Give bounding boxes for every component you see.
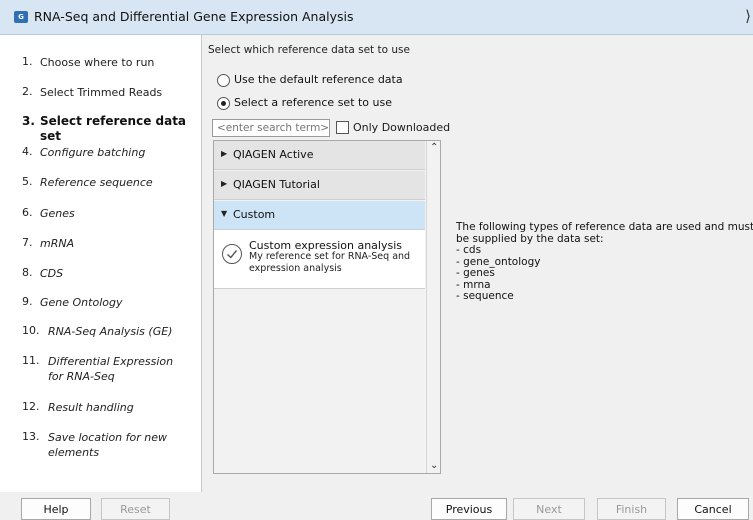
group-label: QIAGEN Active [233,148,314,161]
help-button[interactable]: Help [21,498,91,520]
step-label-line: for RNA-Seq [48,370,115,383]
step-label: mRNA [40,237,75,250]
window-title: RNA-Seq and Differential Gene Expression… [34,9,354,24]
step-number: 11. [22,354,40,367]
step-number: 1. [22,55,33,68]
section-heading: Select which reference data set to use [208,44,410,56]
group-label: QIAGEN Tutorial [233,178,320,191]
step-label: Reference sequence [40,176,153,189]
step-number: 4. [22,145,33,158]
info-line: - sequence [456,290,514,302]
info-line: The following types of reference data ar… [456,221,753,233]
only-downloaded-label: Only Downloaded [353,121,451,134]
step-label: Select Trimmed Reads [40,86,163,99]
reset-button[interactable]: Reset [101,498,170,520]
step-number: 2. [22,85,33,98]
step-number: 5. [22,175,33,188]
cancel-button[interactable]: Cancel [677,498,749,520]
caret-right-icon: ▶ [221,149,228,158]
step-number: 9. [22,295,33,308]
main-panel: Select which reference data set to use U… [202,35,753,492]
step-label: Save location for new elements [48,430,167,460]
step-label: Gene Ontology [40,296,123,309]
reference-set-list[interactable]: ▶ QIAGEN Active ▶ QIAGEN Tutorial ▼ Cust… [213,140,441,474]
list-scrollbar[interactable]: ⌃ ⌄ [426,141,440,473]
required-data-info: The following types of reference data ar… [456,221,753,303]
scroll-up-icon[interactable]: ⌃ [430,142,438,153]
only-downloaded-checkbox[interactable] [336,121,349,134]
group-label: Custom [233,208,276,221]
scroll-down-icon[interactable]: ⌄ [430,460,438,471]
step-number: 12. [22,400,40,413]
step-label: CDS [40,267,64,280]
radio-button[interactable] [217,74,230,87]
info-line: - genes [456,267,495,279]
step-label-line: elements [48,446,100,459]
caret-right-icon: ▶ [221,179,228,188]
step-number: 13. [22,430,40,443]
step-number: 3. [22,114,35,128]
finish-button[interactable]: Finish [597,498,666,520]
step-label: Differential Expression for RNA-Seq [48,354,173,384]
title-bar: G RNA-Seq and Differential Gene Expressi… [0,0,753,35]
step-number: 8. [22,266,33,279]
wizard-steps-sidebar: 1. Choose where to run 2. Select Trimmed… [0,35,202,492]
close-icon[interactable]: ⟩ [745,7,751,25]
check-circle-icon [222,244,242,264]
caret-down-icon: ▼ [221,209,228,218]
step-number: 6. [22,206,33,219]
step-label: Configure batching [40,146,146,159]
radio-label: Select a reference set to use [234,96,393,109]
group-qiagen-tutorial[interactable]: ▶ QIAGEN Tutorial [214,171,425,200]
step-label-line: Differential Expression [48,355,174,368]
reference-set-item[interactable]: Custom expression analysis My reference … [214,230,425,289]
radio-label: Use the default reference data [234,73,403,86]
step-number: 7. [22,236,33,249]
item-description: My reference set for RNA-Seq and express… [249,251,411,274]
next-button[interactable]: Next [513,498,585,520]
info-line: - gene_ontology [456,255,541,268]
step-label: Genes [40,207,75,220]
step-label-line: Save location for new [48,431,167,444]
app-icon: G [14,11,28,23]
radio-button-checked[interactable] [217,97,230,110]
step-label: Choose where to run [40,56,155,69]
search-input[interactable] [212,119,330,137]
step-label: RNA-Seq Analysis (GE) [48,325,173,338]
info-line: be supplied by the data set: [456,232,604,245]
info-line: - cds [456,244,482,256]
group-custom[interactable]: ▼ Custom [214,201,425,230]
previous-button[interactable]: Previous [431,498,507,520]
step-number: 10. [22,324,40,337]
step-label: Result handling [48,401,134,414]
step-label: Select reference data set [40,114,187,143]
group-qiagen-active[interactable]: ▶ QIAGEN Active [214,141,425,170]
footer-buttons: Help Reset Previous Next Finish Cancel [0,492,753,520]
